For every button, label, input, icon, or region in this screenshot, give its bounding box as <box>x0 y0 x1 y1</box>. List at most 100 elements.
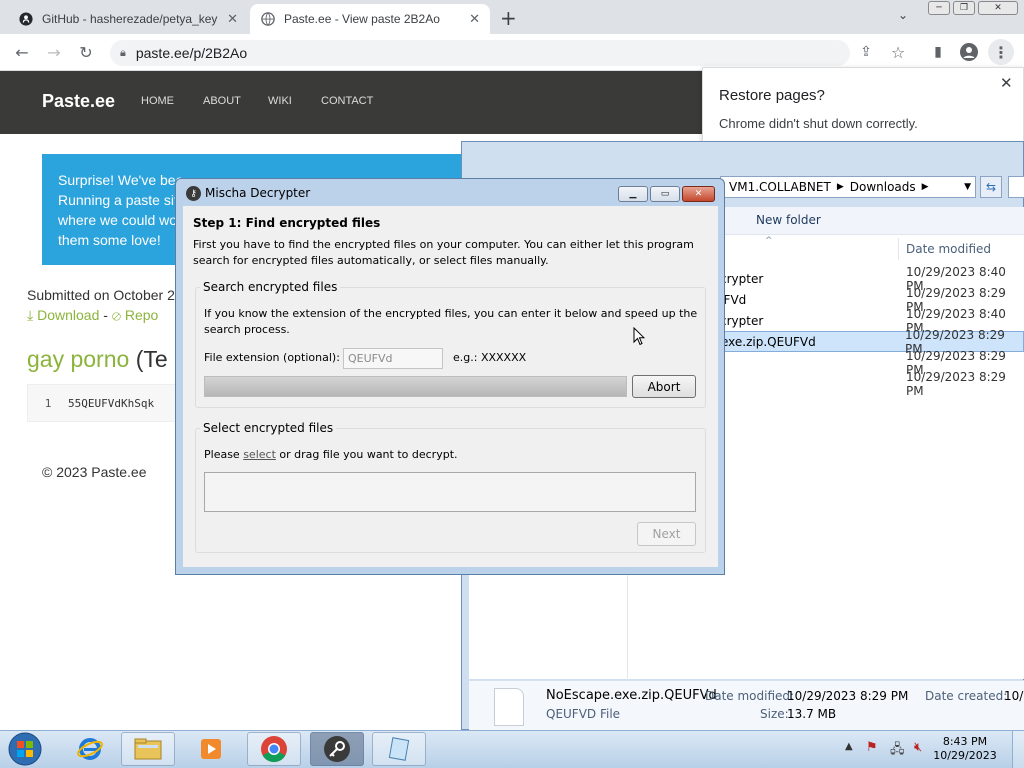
bookmark-star-icon[interactable]: ☆ <box>885 39 911 65</box>
paste-title-suffix: (Te <box>129 346 168 372</box>
new-tab-button[interactable]: + <box>500 6 517 30</box>
paste-actions: ⤓ Download - ⊘ Repo <box>27 307 159 323</box>
side-panel-icon[interactable]: ▮ <box>925 39 951 65</box>
report-link[interactable]: Repo <box>125 307 158 323</box>
refresh-icon[interactable]: ⇆ <box>980 176 1002 198</box>
tab-title: GitHub - hasherezade/petya_key <box>42 12 218 26</box>
internet-explorer-icon[interactable] <box>63 732 117 766</box>
breadcrumb-separator-icon: ▶ <box>836 182 844 192</box>
close-button[interactable]: ✕ <box>682 186 715 202</box>
intro-text-2: search for encrypted files automatically… <box>193 254 549 267</box>
paste-title: gay porno (Te <box>27 346 168 373</box>
abort-button[interactable]: Abort <box>632 375 696 398</box>
details-type: QEUFVD File <box>546 707 621 721</box>
maximize-button[interactable]: ❐ <box>953 1 975 15</box>
maximize-button[interactable]: ▭ <box>650 186 680 202</box>
nav-about[interactable]: ABOUT <box>203 95 241 107</box>
close-icon[interactable]: ✕ <box>1000 74 1013 92</box>
lock-icon: 🔒︎ <box>120 46 126 59</box>
sort-up-icon: ^ <box>765 236 773 246</box>
extension-field[interactable] <box>343 348 443 369</box>
minimize-button[interactable]: ─ <box>928 1 950 15</box>
tab-github[interactable]: GitHub - hasherezade/petya_key ✕ <box>8 4 248 34</box>
search-desc-1: If you know the extension of the encrypt… <box>204 307 698 320</box>
address-bar[interactable]: 🔒︎ paste.ee/p/2B2Ao <box>110 40 850 66</box>
menu-icon[interactable]: ⋮ <box>988 39 1014 65</box>
mouse-cursor <box>633 326 646 349</box>
column-divider <box>898 238 899 260</box>
start-button[interactable] <box>4 731 46 767</box>
profile-icon[interactable] <box>956 39 982 65</box>
new-folder-button[interactable]: New folder <box>756 213 821 227</box>
select-group-label: Select encrypted files <box>200 421 337 435</box>
column-date-modified[interactable]: Date modified <box>906 242 991 256</box>
select-text-pre: Please <box>204 448 244 461</box>
site-logo[interactable]: Paste.ee <box>42 91 115 112</box>
tab-title: Paste.ee - View paste 2B2Ao <box>284 12 440 26</box>
paste-title-main: gay porno <box>27 346 130 372</box>
restore-title: Restore pages? <box>719 87 825 104</box>
tab-search-icon[interactable]: ⌄ <box>898 8 908 22</box>
file-explorer-icon[interactable] <box>121 732 175 766</box>
select-instruction: Please select or drag file you want to d… <box>204 447 458 463</box>
tab-paste[interactable]: Paste.ee - View paste 2B2Ao ✕ <box>250 4 490 34</box>
breadcrumb-separator-icon: ▶ <box>921 182 929 192</box>
clock-date: 10/29/2023 <box>933 749 997 762</box>
url-text: paste.ee/p/2B2Ao <box>135 45 248 61</box>
search-box[interactable] <box>1008 176 1024 198</box>
nav-home[interactable]: HOME <box>141 95 174 107</box>
breadcrumb-computer[interactable]: VM1.COLLABNET <box>729 180 831 194</box>
select-link[interactable]: select <box>243 448 276 461</box>
nav-contact[interactable]: CONTACT <box>321 95 373 107</box>
details-date-created: 10/29 <box>1004 689 1024 703</box>
notepad-icon[interactable] <box>372 732 426 766</box>
details-size-label: Size: <box>760 707 789 721</box>
site-footer: © 2023 Paste.ee <box>42 464 147 480</box>
back-icon[interactable]: ← <box>9 39 35 65</box>
progress-bar <box>204 376 627 397</box>
select-text-post: or drag file you want to decrypt. <box>275 448 458 461</box>
key-icon: ⚷ <box>186 186 201 201</box>
close-tab-icon[interactable]: ✕ <box>469 11 480 27</box>
chrome-icon[interactable] <box>247 732 301 766</box>
restore-message: Chrome didn't shut down correctly. <box>719 116 918 131</box>
details-size: 13.7 MB <box>787 707 837 721</box>
file-row[interactable]: 10/29/2023 8:29 PM <box>720 370 1024 398</box>
download-link[interactable]: Download <box>37 307 99 323</box>
step-heading: Step 1: Find encrypted files <box>193 216 381 230</box>
download-icon: ⤓ <box>27 307 34 323</box>
network-icon[interactable]: 🖧︎ <box>890 740 905 762</box>
extension-example: e.g.: XXXXXX <box>453 351 527 364</box>
explorer-address-bar[interactable]: VM1.COLLABNET ▶ Downloads ▶ ▼ <box>720 176 976 198</box>
media-player-icon[interactable] <box>184 732 238 766</box>
github-icon <box>18 11 34 27</box>
forward-icon[interactable]: → <box>41 39 67 65</box>
details-date-created-label: Date created: <box>925 689 1008 703</box>
address-dropdown-icon[interactable]: ▼ <box>964 182 971 192</box>
share-icon[interactable]: ⇪ <box>853 39 879 65</box>
show-hidden-icons[interactable]: ▲ <box>845 741 853 752</box>
file-date: 10/29/2023 8:29 PM <box>906 369 1006 398</box>
volume-muted-icon[interactable]: 🔇︎ <box>914 740 922 755</box>
search-group-label: Search encrypted files <box>200 280 341 294</box>
decrypter-taskbar-icon[interactable] <box>310 732 364 766</box>
system-clock[interactable]: 8:43 PM 10/29/2023 <box>930 735 1000 763</box>
close-tab-icon[interactable]: ✕ <box>227 11 238 27</box>
details-date-modified: 10/29/2023 8:29 PM <box>787 689 909 703</box>
reload-icon[interactable]: ↻ <box>73 39 99 65</box>
minimize-button[interactable]: ▁ <box>618 186 648 202</box>
next-button[interactable]: Next <box>637 522 696 546</box>
extension-label: File extension (optional): <box>204 351 340 364</box>
nav-wiki[interactable]: WIKI <box>268 95 292 107</box>
action-center-icon[interactable]: ⚑ <box>866 740 878 755</box>
breadcrumb-downloads[interactable]: Downloads <box>850 180 916 194</box>
search-desc-2: search process. <box>204 323 290 336</box>
file-name: crypter <box>720 313 764 328</box>
file-name: exe.zip.QEUFVd <box>721 334 816 349</box>
show-desktop-button[interactable] <box>1012 731 1024 768</box>
clock-time: 8:43 PM <box>942 735 988 748</box>
code-text: 55QEUFVdKhSqk <box>68 396 155 410</box>
file-drop-area[interactable] <box>204 472 696 512</box>
close-window-button[interactable]: ✕ <box>978 1 1018 15</box>
paste-icon <box>260 11 276 27</box>
